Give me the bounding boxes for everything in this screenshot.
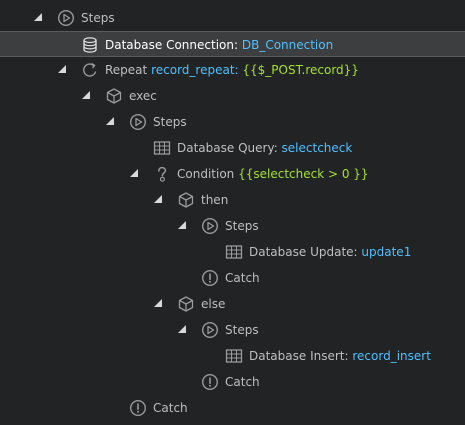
tree-row-label: Steps — [81, 11, 115, 25]
database-icon — [81, 36, 99, 54]
connection-name: DB_Connection — [241, 38, 334, 52]
tree-row-database-query[interactable]: Database Query: selectcheck — [0, 135, 465, 161]
alert-circle-icon — [201, 269, 219, 287]
tree-row-label: Condition {{selectcheck > 0 }} — [177, 167, 369, 181]
tree-row-steps-else[interactable]: Steps — [0, 317, 465, 343]
play-circle-icon — [201, 217, 219, 235]
alert-circle-icon — [129, 399, 147, 417]
tree-row-label: exec — [129, 89, 157, 103]
condition-expression: {{selectcheck > 0 }} — [238, 167, 369, 181]
cube-icon — [177, 295, 195, 313]
tree-row-label: Database Connection: DB_Connection — [105, 38, 334, 52]
tree-row-condition[interactable]: Condition {{selectcheck > 0 }} — [0, 161, 465, 187]
condition-question-icon — [153, 165, 171, 183]
expand-arrow-icon[interactable] — [154, 299, 162, 307]
cube-icon — [105, 87, 123, 105]
action-tree: Steps Database Connection: DB_Connection… — [0, 0, 465, 425]
tree-row-label: then — [201, 193, 229, 207]
tree-row-steps-root[interactable]: Steps — [0, 5, 465, 31]
tree-row-label: Database Insert: record_insert — [249, 349, 431, 363]
expand-arrow-icon[interactable] — [82, 91, 90, 99]
tree-row-database-insert[interactable]: Database Insert: record_insert — [0, 343, 465, 369]
tree-row-label: Repeat record_repeat: {{$_POST.record}} — [105, 63, 359, 77]
tree-row-database-update[interactable]: Database Update: update1 — [0, 239, 465, 265]
update-name: update1 — [361, 245, 412, 259]
tree-row-steps-then[interactable]: Steps — [0, 213, 465, 239]
tree-row-else[interactable]: else — [0, 291, 465, 317]
repeat-expression: {{$_POST.record}} — [242, 63, 359, 77]
insert-name: record_insert — [352, 349, 431, 363]
expand-arrow-icon[interactable] — [130, 169, 138, 177]
table-icon — [225, 347, 243, 365]
tree-row-repeat[interactable]: Repeat record_repeat: {{$_POST.record}} — [0, 57, 465, 83]
tree-row-exec[interactable]: exec — [0, 83, 465, 109]
alert-circle-icon — [201, 373, 219, 391]
tree-row-steps-exec[interactable]: Steps — [0, 109, 465, 135]
tree-row-label: else — [201, 297, 226, 311]
expand-arrow-icon[interactable] — [154, 195, 162, 203]
tree-row-database-connection[interactable]: Database Connection: DB_Connection — [0, 31, 465, 57]
tree-row-label: Steps — [225, 323, 259, 337]
play-circle-icon — [129, 113, 147, 131]
play-circle-icon — [201, 321, 219, 339]
tree-row-label: Catch — [153, 401, 188, 415]
expand-arrow-icon[interactable] — [178, 221, 186, 229]
table-icon — [153, 139, 171, 157]
repeat-name: record_repeat: — [151, 63, 239, 77]
expand-arrow-icon[interactable] — [34, 13, 42, 21]
tree-row-then[interactable]: then — [0, 187, 465, 213]
expand-arrow-icon[interactable] — [58, 65, 66, 73]
expand-arrow-icon[interactable] — [178, 325, 186, 333]
play-circle-icon — [57, 9, 75, 27]
tree-row-catch-else[interactable]: Catch — [0, 369, 465, 395]
cube-icon — [177, 191, 195, 209]
tree-row-catch-then[interactable]: Catch — [0, 265, 465, 291]
tree-row-label: Catch — [225, 375, 260, 389]
tree-row-label: Database Update: update1 — [249, 245, 412, 259]
tree-row-label: Steps — [153, 115, 187, 129]
repeat-icon — [81, 61, 99, 79]
tree-row-label: Database Query: selectcheck — [177, 141, 353, 155]
expand-arrow-icon[interactable] — [106, 117, 114, 125]
tree-row-catch-repeat[interactable]: Catch — [0, 395, 465, 421]
table-icon — [225, 243, 243, 261]
query-name: selectcheck — [281, 141, 353, 155]
tree-row-label: Steps — [225, 219, 259, 233]
tree-row-label: Catch — [225, 271, 260, 285]
